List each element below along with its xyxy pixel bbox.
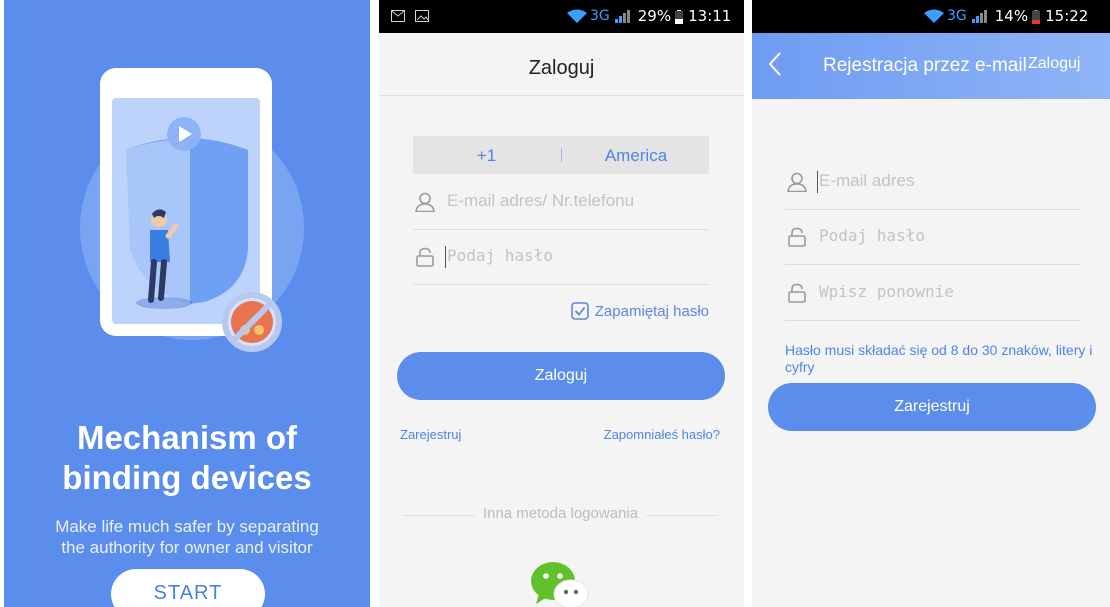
account-field[interactable]: E-mail adres/ Nr.telefonu: [413, 175, 709, 230]
checkbox-icon[interactable]: [570, 302, 589, 320]
status-bar: 3G 14% 15:22: [752, 0, 1110, 33]
country-code[interactable]: +1: [413, 136, 560, 176]
signal-icon: [614, 10, 630, 23]
divider-left: [403, 515, 475, 516]
password-field[interactable]: Podaj hasło: [413, 230, 709, 285]
account-placeholder: E-mail adres/ Nr.telefonu: [447, 191, 635, 210]
password-requirements-hint: Hasło musi składać się od 8 do 30 znaków…: [785, 342, 1093, 375]
lock-icon: [416, 247, 434, 267]
other-method-label: Inna metoda logowania: [482, 505, 639, 522]
wifi-icon: [924, 9, 944, 23]
user-icon: [787, 172, 807, 192]
country-divider: [561, 148, 562, 162]
page-title: Zaloguj: [379, 33, 744, 96]
text-cursor: [445, 246, 446, 268]
forgot-password-link[interactable]: Zapomniałeś hasło?: [604, 427, 720, 442]
country-name[interactable]: America: [563, 136, 709, 176]
remember-label: Zapamiętaj hasło: [594, 302, 709, 320]
onboarding-subtitle: Make life much safer by separating the a…: [4, 516, 370, 558]
onboarding-screen: Mechanism of binding devices Make life m…: [4, 0, 370, 607]
repeat-password-placeholder: Wpisz ponownie: [819, 282, 954, 301]
email-field[interactable]: E-mail adres: [785, 155, 1080, 210]
headline-line-2: binding devices: [62, 459, 312, 496]
wifi-icon: [567, 9, 587, 23]
back-arrow-icon[interactable]: [768, 51, 782, 77]
onboarding-headline: Mechanism of binding devices: [4, 418, 370, 498]
password-placeholder: Podaj hasło: [447, 246, 553, 265]
status-right: 3G 14% 15:22: [924, 0, 1088, 33]
register-link[interactable]: Zarejestruj: [400, 427, 461, 442]
network-type: 3G: [590, 8, 610, 24]
remember-password[interactable]: Zapamiętaj hasło: [570, 302, 709, 320]
image-notification-icon: [415, 10, 429, 22]
divider-right: [646, 515, 718, 516]
register-screen: 3G 14% 15:22 Rejestracja przez e-mail Za…: [752, 0, 1110, 607]
signal-icon: [971, 10, 987, 23]
user-icon: [415, 192, 435, 212]
login-screen: 3G 29% 13:11 Zaloguj +1 America E-mail a…: [379, 0, 744, 607]
clock: 15:22: [1045, 7, 1089, 25]
email-notification-icon: [391, 10, 405, 22]
clock: 13:11: [688, 7, 732, 25]
register-header: Rejestracja przez e-mail Zaloguj: [752, 33, 1110, 99]
lock-icon: [788, 227, 806, 247]
wechat-icon[interactable]: [529, 560, 593, 607]
battery-icon: [1032, 9, 1041, 24]
login-button[interactable]: Zaloguj: [397, 352, 725, 400]
status-right: 3G 29% 13:11: [567, 0, 731, 33]
headline-line-1: Mechanism of: [76, 419, 298, 456]
password-placeholder: Podaj hasło: [819, 226, 925, 245]
text-cursor: [817, 171, 818, 193]
subtitle-line-1: Make life much safer by separating: [55, 517, 319, 536]
device-binding-illustration: [80, 68, 304, 352]
register-title: Rejestracja przez e-mail: [823, 55, 1027, 76]
status-bar: 3G 29% 13:11: [379, 0, 744, 33]
email-placeholder: E-mail adres: [819, 171, 915, 190]
register-button[interactable]: Zarejestruj: [768, 383, 1096, 431]
subtitle-line-2: the authority for owner and visitor: [61, 538, 313, 557]
password-field[interactable]: Podaj hasło: [785, 210, 1080, 265]
other-login-methods: Inna metoda logowania: [403, 505, 718, 522]
lock-icon: [788, 283, 806, 303]
battery-percent: 14%: [994, 7, 1029, 25]
repeat-password-field[interactable]: Wpisz ponownie: [785, 266, 1080, 321]
start-button[interactable]: START: [111, 569, 265, 607]
country-selector[interactable]: +1 America: [413, 136, 709, 174]
battery-percent: 29%: [637, 7, 672, 25]
header-login-link[interactable]: Zaloguj: [1028, 55, 1080, 73]
network-type: 3G: [947, 8, 967, 24]
battery-icon: [675, 9, 684, 24]
